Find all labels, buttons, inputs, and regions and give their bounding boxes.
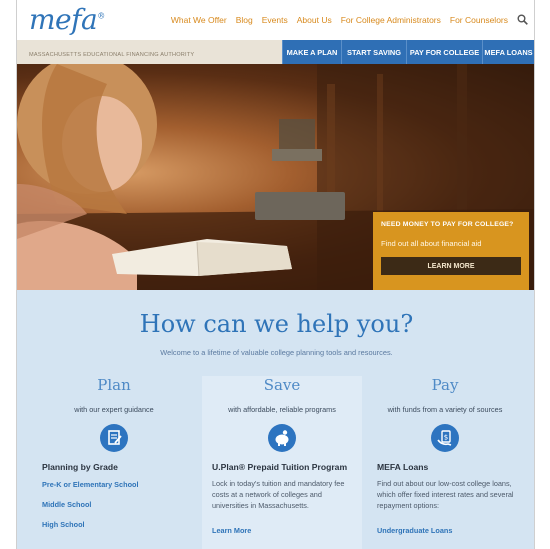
- save-subtitle: with affordable, reliable programs: [228, 405, 336, 414]
- help-section: How can we help you? Welcome to a lifeti…: [17, 290, 534, 549]
- logo-text: mefa: [29, 3, 98, 36]
- top-nav-about-us[interactable]: About Us: [297, 15, 332, 25]
- top-nav-blog[interactable]: Blog: [236, 15, 253, 25]
- top-nav-counselors[interactable]: For Counselors: [450, 15, 508, 25]
- plan-title: Plan: [97, 376, 131, 394]
- save-column: Save with affordable, reliable programs …: [202, 376, 362, 549]
- callout-text: Find out all about financial aid: [381, 239, 482, 248]
- mefa-loans-description: Find out about our low-cost college loan…: [377, 479, 514, 511]
- help-title: How can we help you?: [139, 310, 414, 338]
- learn-more-button[interactable]: LEARN MORE: [381, 257, 521, 275]
- plan-column: Plan with our expert guidance Planning b…: [34, 376, 194, 549]
- nav-mefa-loans[interactable]: MEFA LOANS: [482, 40, 534, 64]
- undergraduate-loans-link[interactable]: Undergraduate Loans: [377, 526, 452, 535]
- uplan-heading: U.Plan® Prepaid Tuition Program: [212, 462, 348, 472]
- link-middle-school[interactable]: Middle School: [42, 500, 91, 509]
- help-subtitle: Welcome to a lifetime of valuable colleg…: [160, 348, 393, 357]
- planning-by-grade-heading: Planning by Grade: [42, 462, 118, 472]
- top-nav: What We Offer Blog Events About Us For C…: [171, 14, 528, 25]
- pay-title: Pay: [431, 376, 459, 394]
- money-icon[interactable]: $: [431, 424, 459, 452]
- page: mefa® What We Offer Blog Events About Us…: [16, 0, 535, 549]
- top-nav-what-we-offer[interactable]: What We Offer: [171, 15, 227, 25]
- pay-column: Pay with funds from a variety of sources…: [365, 376, 525, 549]
- link-high-school[interactable]: High School: [42, 520, 85, 529]
- callout-heading: NEED MONEY TO PAY FOR COLLEGE?: [381, 221, 514, 228]
- checklist-icon[interactable]: [100, 424, 128, 452]
- top-nav-college-administrators[interactable]: For College Administrators: [341, 15, 441, 25]
- uplan-description: Lock in today's tuition and mandatory fe…: [212, 479, 345, 511]
- learn-more-link[interactable]: Learn More: [212, 526, 251, 535]
- svg-text:$: $: [444, 434, 448, 442]
- piggy-bank-icon[interactable]: [268, 424, 296, 452]
- plan-subtitle: with our expert guidance: [74, 405, 154, 414]
- search-icon[interactable]: [517, 14, 528, 25]
- save-title: Save: [263, 376, 301, 394]
- main-nav: MAKE A PLAN START SAVING PAY FOR COLLEGE…: [282, 40, 534, 64]
- mefa-logo[interactable]: mefa®: [29, 3, 105, 36]
- logo-registered-mark: ®: [97, 11, 105, 21]
- nav-pay-for-college[interactable]: PAY FOR COLLEGE: [406, 40, 482, 64]
- mefa-loans-heading: MEFA Loans: [377, 462, 429, 472]
- nav-make-a-plan[interactable]: MAKE A PLAN: [282, 40, 341, 64]
- top-nav-events[interactable]: Events: [262, 15, 288, 25]
- link-pre-k-elementary[interactable]: Pre-K or Elementary School: [42, 480, 139, 489]
- financial-aid-callout: NEED MONEY TO PAY FOR COLLEGE? Find out …: [373, 212, 529, 290]
- tagline: MASSACHUSETTS EDUCATIONAL FINANCING AUTH…: [29, 52, 195, 58]
- nav-start-saving[interactable]: START SAVING: [341, 40, 406, 64]
- hero-banner: NEED MONEY TO PAY FOR COLLEGE? Find out …: [17, 64, 534, 290]
- pay-subtitle: with funds from a variety of sources: [387, 405, 503, 414]
